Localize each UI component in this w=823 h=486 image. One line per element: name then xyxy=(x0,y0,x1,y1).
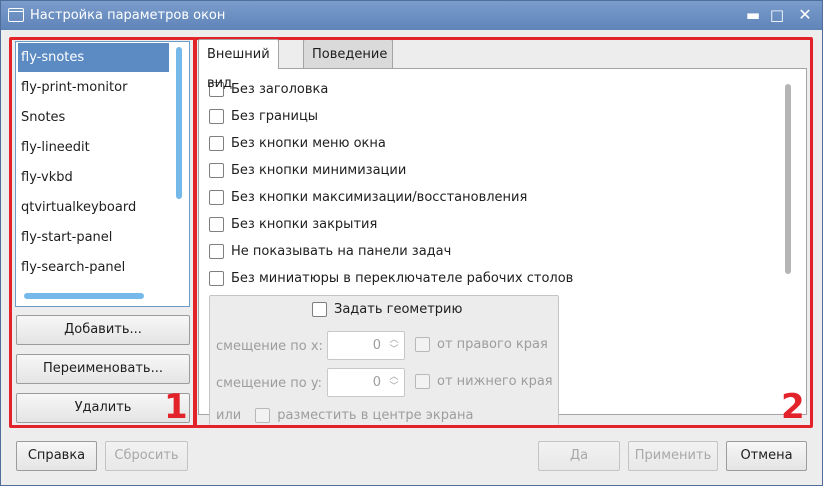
minimize-button[interactable]: ▬ xyxy=(743,5,763,25)
ok-button[interactable]: Да xyxy=(538,441,620,471)
annotation-number-1: 1 xyxy=(164,387,188,427)
annotation-number-2: 2 xyxy=(781,387,805,427)
reset-button[interactable]: Сбросить xyxy=(105,441,188,471)
maximize-button[interactable]: □ xyxy=(767,5,787,25)
title-bar: Настройка параметров окон ▬ □ ✕ xyxy=(1,1,822,30)
apply-button[interactable]: Применить xyxy=(628,441,718,471)
annotation-box-2 xyxy=(194,37,813,428)
cancel-button[interactable]: Отмена xyxy=(726,441,807,471)
close-button[interactable]: ✕ xyxy=(795,5,815,25)
tab-appearance[interactable]: Внешний вид xyxy=(198,39,279,91)
help-button[interactable]: Справка xyxy=(16,441,97,471)
settings-window: Настройка параметров окон ▬ □ ✕ fly-snot… xyxy=(0,0,823,486)
annotation-box-1 xyxy=(9,37,196,428)
window-title: Настройка параметров окон xyxy=(30,8,226,23)
window-icon xyxy=(8,8,24,22)
